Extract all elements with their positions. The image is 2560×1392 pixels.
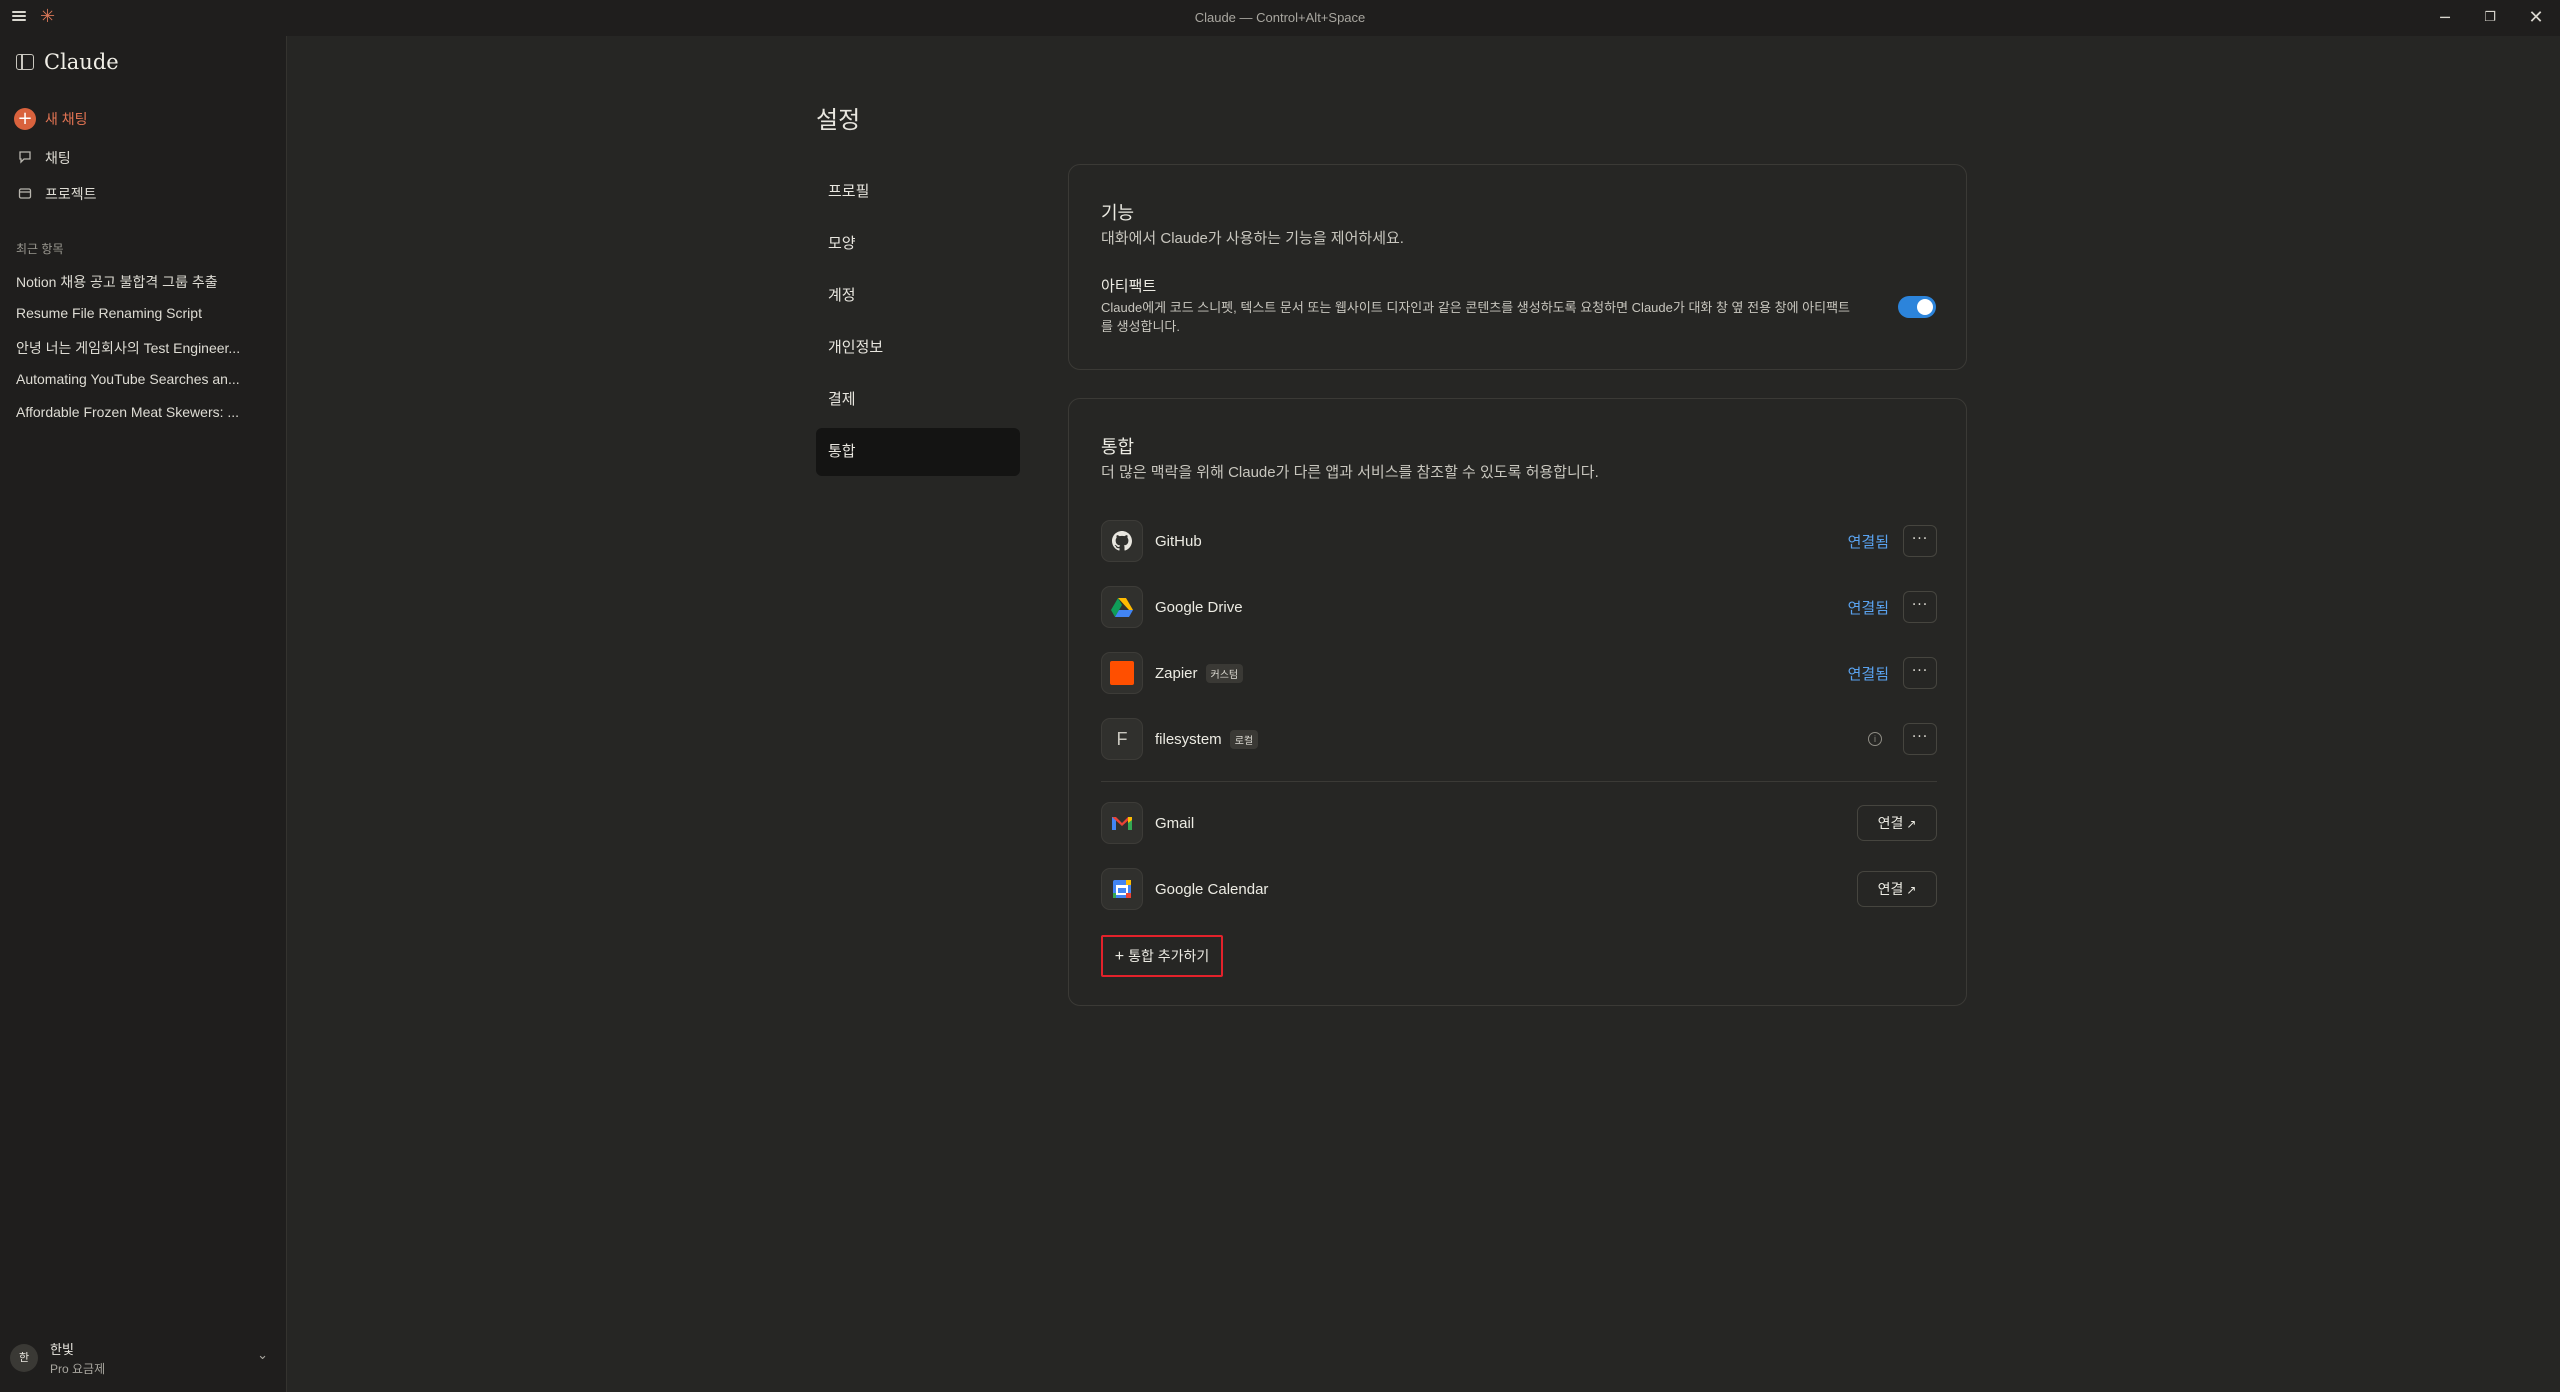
brand-name: Claude: [44, 50, 119, 74]
zapier-icon: [1101, 652, 1143, 694]
artifacts-toggle[interactable]: [1898, 296, 1936, 318]
plus-icon: +: [14, 108, 36, 130]
new-chat-button[interactable]: + 새 채팅: [14, 108, 88, 130]
sidebar-item-label: 채팅: [45, 150, 71, 166]
chevron-down-icon: ⌄: [257, 1348, 268, 1363]
window-title: Claude — Control+Alt+Space: [1194, 10, 1366, 25]
sidebar-item-label: 프로젝트: [45, 186, 97, 202]
minimize-button[interactable]: ─: [2432, 6, 2458, 30]
integration-name: Gmail: [1155, 814, 1195, 832]
google-drive-icon: [1101, 586, 1143, 628]
features-description: 대화에서 Claude가 사용하는 기능을 제어하세요.: [1101, 230, 1404, 247]
integration-row-filesystem: F filesystem 로컬 i ···: [1101, 717, 1937, 761]
recent-header: 최근 항목: [16, 242, 64, 256]
integration-row-google-calendar: Google Calendar 연결 ↗: [1101, 867, 1937, 911]
chat-bubble-icon: [14, 150, 36, 167]
connected-status-link[interactable]: 연결됨: [1848, 663, 1889, 684]
recent-item[interactable]: Notion 채용 공고 불합격 그룹 추출: [16, 272, 266, 305]
artifacts-title: 아티팩트: [1101, 278, 1157, 295]
external-link-icon: ↗: [1906, 817, 1917, 831]
settings-tab-appearance[interactable]: 모양: [816, 220, 1020, 268]
settings-tab-profile[interactable]: 프로필: [816, 168, 1020, 216]
integration-row-github: GitHub 연결됨 ···: [1101, 519, 1937, 563]
artifacts-description: Claude에게 코드 스니펫, 텍스트 문서 또는 웹사이트 디자인과 같은 …: [1101, 300, 1851, 334]
integrations-description: 더 많은 맥락을 위해 Claude가 다른 앱과 서비스를 참조할 수 있도록…: [1101, 464, 1599, 481]
integration-name: GitHub: [1155, 532, 1202, 550]
more-options-button[interactable]: ···: [1903, 525, 1937, 557]
more-options-button[interactable]: ···: [1903, 591, 1937, 623]
new-chat-label: 새 채팅: [45, 111, 88, 127]
recent-item[interactable]: 안녕 너는 게임회사의 Test Engineer...: [16, 338, 266, 371]
integration-name: filesystem: [1155, 730, 1222, 748]
local-tag: 로컬: [1229, 729, 1259, 749]
sidebar-item-chats[interactable]: 채팅: [14, 148, 71, 168]
close-window-button[interactable]: ✕: [2523, 6, 2549, 30]
integration-name: Google Drive: [1155, 598, 1243, 616]
integration-row-zapier: Zapier 커스텀 연결됨 ···: [1101, 651, 1937, 695]
integration-row-google-drive: Google Drive 연결됨 ···: [1101, 585, 1937, 629]
avatar: 한: [10, 1344, 38, 1372]
recent-list: Notion 채용 공고 불합격 그룹 추출 Resume File Renam…: [16, 272, 266, 437]
integration-name: Zapier: [1155, 664, 1198, 682]
integrations-title: 통합: [1101, 437, 1135, 457]
settings-tab-integrations[interactable]: 통합: [816, 428, 1020, 476]
custom-tag: 커스텀: [1205, 663, 1244, 683]
add-integration-label: 통합 추가하기: [1128, 948, 1210, 964]
recent-item[interactable]: Resume File Renaming Script: [16, 305, 266, 338]
add-integration-button[interactable]: + 통합 추가하기: [1101, 935, 1223, 977]
more-options-button[interactable]: ···: [1903, 723, 1937, 755]
more-options-button[interactable]: ···: [1903, 657, 1937, 689]
integrations-card: 통합 더 많은 맥락을 위해 Claude가 다른 앱과 서비스를 참조할 수 …: [1068, 398, 1967, 1006]
github-icon: [1101, 520, 1143, 562]
page-title: 설정: [816, 107, 861, 134]
user-info: 한빛 Pro 요금제: [50, 1339, 105, 1377]
connect-label: 연결: [1877, 881, 1904, 897]
settings-nav: 프로필 모양 계정 개인정보 결제 통합: [816, 168, 1020, 480]
user-name: 한빛: [50, 1342, 74, 1357]
google-calendar-icon: [1101, 868, 1143, 910]
connect-button[interactable]: 연결 ↗: [1857, 805, 1937, 841]
info-icon[interactable]: i: [1868, 732, 1882, 746]
settings-tab-billing[interactable]: 결제: [816, 376, 1020, 424]
sidebar-header: Claude: [16, 50, 119, 74]
sidebar: Claude + 새 채팅 채팅 프로젝트 최근 항목 Notion 채용 공고…: [0, 36, 287, 1392]
integration-name: Google Calendar: [1155, 880, 1269, 898]
connect-button[interactable]: 연결 ↗: [1857, 871, 1937, 907]
connect-label: 연결: [1877, 815, 1904, 831]
add-integration-content: + 통합 추가하기: [1115, 946, 1210, 966]
connected-status-link[interactable]: 연결됨: [1848, 531, 1889, 552]
features-card: 기능 대화에서 Claude가 사용하는 기능을 제어하세요. 아티팩트 Cla…: [1068, 164, 1967, 370]
recent-item[interactable]: Affordable Frozen Meat Skewers: ...: [16, 404, 266, 437]
sidebar-item-projects[interactable]: 프로젝트: [14, 184, 97, 204]
settings-tab-account[interactable]: 계정: [816, 272, 1020, 320]
settings-tab-privacy[interactable]: 개인정보: [816, 324, 1020, 372]
maximize-button[interactable]: ❐: [2477, 6, 2503, 30]
features-title: 기능: [1101, 203, 1135, 223]
connected-status-link[interactable]: 연결됨: [1848, 597, 1889, 618]
plus-icon: +: [1114, 948, 1125, 965]
user-menu[interactable]: 한 한빛 Pro 요금제 ⌄: [10, 1338, 276, 1378]
filesystem-icon: F: [1101, 718, 1143, 760]
folder-icon: [14, 186, 36, 203]
divider: [1101, 781, 1937, 782]
gmail-icon: [1101, 802, 1143, 844]
title-bar: ✳ Claude — Control+Alt+Space ─ ❐ ✕: [0, 0, 2560, 36]
recent-item[interactable]: Automating YouTube Searches an...: [16, 371, 266, 404]
user-plan: Pro 요금제: [50, 1362, 106, 1376]
sidebar-toggle-icon[interactable]: [16, 54, 34, 70]
integration-row-gmail: Gmail 연결 ↗: [1101, 801, 1937, 845]
external-link-icon: ↗: [1906, 883, 1917, 897]
